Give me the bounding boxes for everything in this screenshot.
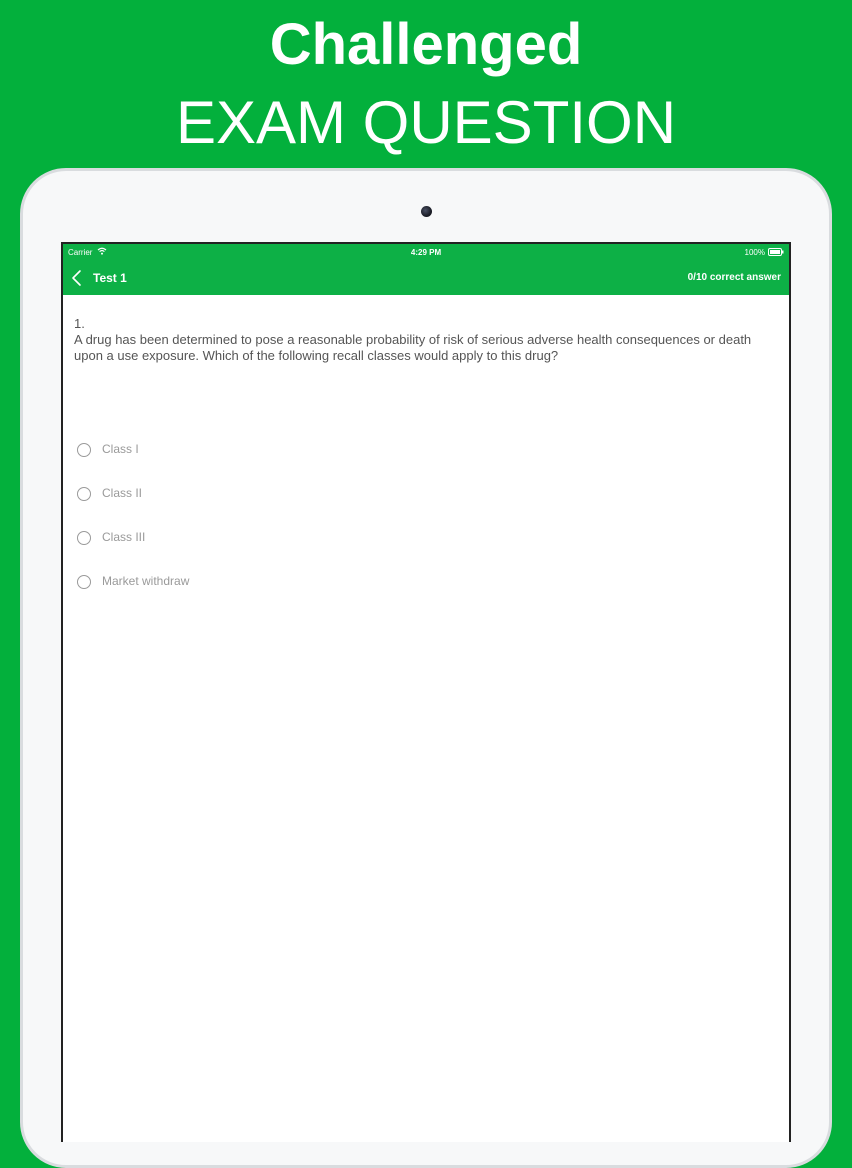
correct-answer-count: 0/10 correct answer	[687, 272, 781, 283]
radio-button[interactable]	[77, 443, 91, 457]
question-text: A drug has been determined to pose a rea…	[74, 332, 752, 363]
answer-option[interactable]: Class III	[77, 528, 677, 572]
nav-title: Test 1	[93, 271, 127, 285]
status-battery-percent: 100%	[744, 248, 765, 257]
camera-icon	[421, 206, 432, 217]
status-time: 4:29 PM	[410, 248, 442, 257]
promo-title-line1: Challenged	[269, 12, 583, 77]
answer-options: Class I Class II Class III Market withdr…	[77, 440, 677, 616]
chevron-left-icon	[72, 270, 81, 286]
question-number: 1.	[74, 316, 85, 331]
answer-option[interactable]: Class II	[77, 484, 677, 528]
app-screen: Carrier 4:29 PM 100% Test 1 0/10 correct…	[61, 242, 791, 1142]
answer-option[interactable]: Market withdraw	[77, 572, 677, 616]
answer-option-label: Class II	[102, 486, 143, 500]
radio-button[interactable]	[77, 487, 91, 501]
battery-icon	[768, 248, 784, 256]
radio-button[interactable]	[77, 575, 91, 589]
status-bar: Carrier 4:29 PM 100%	[63, 244, 789, 261]
radio-button[interactable]	[77, 531, 91, 545]
question-block: 1. A drug has been determined to pose a …	[74, 316, 764, 364]
navigation-bar: Test 1 0/10 correct answer	[63, 261, 789, 295]
answer-option-label: Market withdraw	[102, 574, 190, 588]
answer-option-label: Class I	[102, 442, 139, 456]
answer-option-label: Class III	[102, 530, 146, 544]
answer-option[interactable]: Class I	[77, 440, 677, 484]
promo-title-line2: EXAM QUESTION	[175, 89, 677, 156]
back-button[interactable]	[69, 267, 87, 289]
